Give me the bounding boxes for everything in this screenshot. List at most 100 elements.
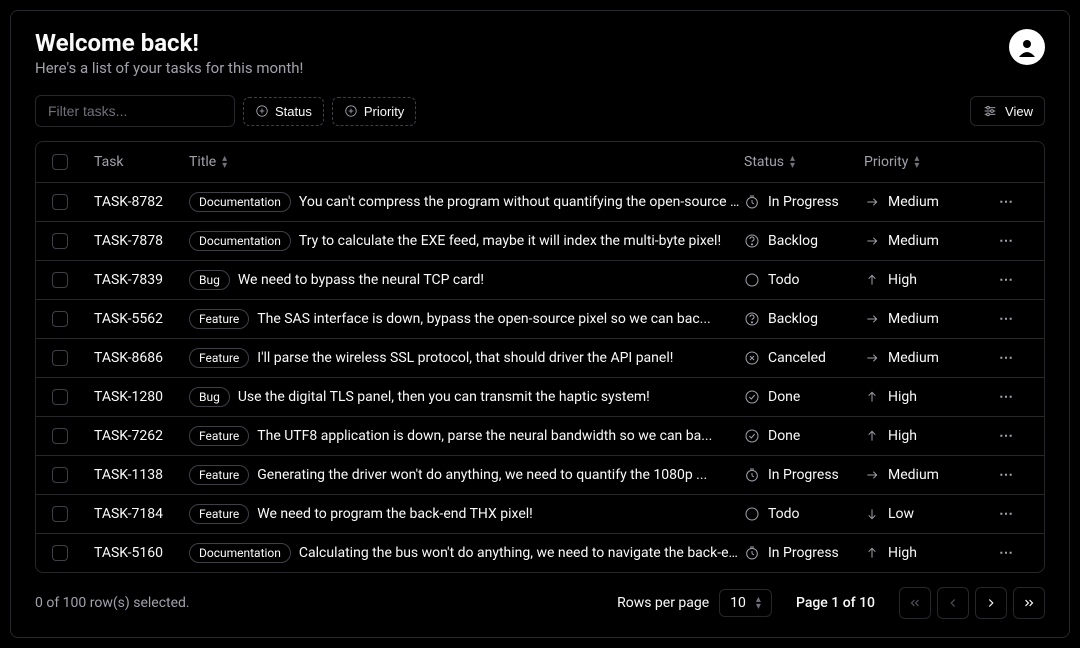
row-checkbox[interactable]	[52, 350, 68, 366]
table-row: TASK-7839 Bug We need to bypass the neur…	[36, 260, 1044, 299]
task-status: Done	[768, 428, 800, 444]
view-button[interactable]: View	[970, 96, 1045, 126]
task-title: Calculating the bus won't do anything, w…	[299, 545, 744, 561]
row-checkbox[interactable]	[52, 233, 68, 249]
sort-icon: ▴▾	[914, 155, 919, 169]
task-status: Todo	[768, 506, 800, 522]
arrow-up-icon	[864, 389, 880, 405]
row-actions-button[interactable]: ⋯	[984, 389, 1034, 405]
column-task[interactable]: Task	[94, 154, 189, 170]
row-actions-button[interactable]: ⋯	[984, 545, 1034, 561]
task-title: The SAS interface is down, bypass the op…	[257, 311, 710, 327]
plus-circle-icon	[255, 104, 269, 118]
row-checkbox[interactable]	[52, 194, 68, 210]
task-id: TASK-1280	[94, 389, 189, 405]
row-actions-button[interactable]: ⋯	[984, 194, 1034, 210]
sliders-icon	[982, 103, 998, 119]
status-filter-button[interactable]: Status	[243, 97, 324, 126]
task-title: We need to program the back-end THX pixe…	[257, 506, 533, 522]
task-label-badge: Feature	[189, 426, 249, 446]
avatar[interactable]	[1009, 29, 1045, 65]
row-actions-button[interactable]: ⋯	[984, 272, 1034, 288]
table-row: TASK-5160 Documentation Calculating the …	[36, 533, 1044, 572]
task-priority: High	[888, 389, 917, 405]
task-priority: High	[888, 272, 917, 288]
task-status: Backlog	[768, 311, 818, 327]
last-page-button[interactable]	[1013, 587, 1045, 619]
task-priority: Medium	[888, 350, 939, 366]
table-row: TASK-1280 Bug Use the digital TLS panel,…	[36, 377, 1044, 416]
help-icon	[744, 311, 760, 327]
row-checkbox[interactable]	[52, 428, 68, 444]
task-priority: Medium	[888, 467, 939, 483]
row-actions-button[interactable]: ⋯	[984, 467, 1034, 483]
arrow-up-icon	[864, 545, 880, 561]
table-header: Task Title▴▾ Status▴▾ Priority▴▾	[36, 142, 1044, 182]
arrow-up-icon	[864, 428, 880, 444]
rows-per-page-label: Rows per page	[617, 595, 709, 611]
task-title: I'll parse the wireless SSL protocol, th…	[257, 350, 673, 366]
task-id: TASK-8686	[94, 350, 189, 366]
arrow-right-icon	[864, 194, 880, 210]
table-row: TASK-1138 Feature Generating the driver …	[36, 455, 1044, 494]
row-checkbox[interactable]	[52, 389, 68, 405]
row-actions-button[interactable]: ⋯	[984, 233, 1034, 249]
page-title: Welcome back!	[35, 29, 303, 57]
row-checkbox[interactable]	[52, 311, 68, 327]
filter-input[interactable]	[35, 95, 235, 127]
first-page-button[interactable]	[899, 587, 931, 619]
task-id: TASK-7839	[94, 272, 189, 288]
task-title: Use the digital TLS panel, then you can …	[238, 389, 650, 405]
row-checkbox[interactable]	[52, 272, 68, 288]
circle-icon	[744, 272, 760, 288]
task-status: In Progress	[768, 545, 839, 561]
row-checkbox[interactable]	[52, 467, 68, 483]
chevron-up-down-icon: ▴▾	[756, 596, 761, 610]
cancel-icon	[744, 350, 760, 366]
row-checkbox[interactable]	[52, 545, 68, 561]
task-title: The UTF8 application is down, parse the …	[257, 428, 712, 444]
page-header: Welcome back! Here's a list of your task…	[35, 29, 1045, 77]
row-actions-button[interactable]: ⋯	[984, 428, 1034, 444]
task-priority: Medium	[888, 311, 939, 327]
task-id: TASK-7878	[94, 233, 189, 249]
task-id: TASK-8782	[94, 194, 189, 210]
column-priority[interactable]: Priority▴▾	[864, 154, 984, 170]
row-checkbox[interactable]	[52, 506, 68, 522]
priority-filter-button[interactable]: Priority	[332, 97, 416, 126]
arrow-right-icon	[864, 311, 880, 327]
timer-icon	[744, 194, 760, 210]
column-status[interactable]: Status▴▾	[744, 154, 864, 170]
prev-page-button[interactable]	[937, 587, 969, 619]
task-label-badge: Bug	[189, 387, 230, 407]
selection-text: 0 of 100 row(s) selected.	[35, 595, 190, 611]
row-actions-button[interactable]: ⋯	[984, 350, 1034, 366]
task-status: Done	[768, 389, 800, 405]
task-status: Backlog	[768, 233, 818, 249]
table-row: TASK-5562 Feature The SAS interface is d…	[36, 299, 1044, 338]
column-title[interactable]: Title▴▾	[189, 154, 744, 170]
task-title: We need to bypass the neural TCP card!	[238, 272, 484, 288]
arrow-up-icon	[864, 272, 880, 288]
table-row: TASK-7878 Documentation Try to calculate…	[36, 221, 1044, 260]
circle-icon	[744, 506, 760, 522]
task-label-badge: Bug	[189, 270, 230, 290]
view-label: View	[1005, 104, 1033, 119]
task-status: Todo	[768, 272, 800, 288]
arrow-right-icon	[864, 350, 880, 366]
rows-per-page-select[interactable]: 10 ▴▾	[719, 589, 772, 617]
select-all-checkbox[interactable]	[52, 154, 68, 170]
table-row: TASK-7262 Feature The UTF8 application i…	[36, 416, 1044, 455]
task-priority: Low	[888, 506, 914, 522]
check-icon	[744, 428, 760, 444]
next-page-button[interactable]	[975, 587, 1007, 619]
plus-circle-icon	[344, 104, 358, 118]
row-actions-button[interactable]: ⋯	[984, 311, 1034, 327]
table-row: TASK-8782 Documentation You can't compre…	[36, 182, 1044, 221]
task-title: Try to calculate the EXE feed, maybe it …	[299, 233, 721, 249]
status-filter-label: Status	[275, 104, 312, 119]
task-title: Generating the driver won't do anything,…	[257, 467, 707, 483]
task-label-badge: Feature	[189, 465, 249, 485]
timer-icon	[744, 545, 760, 561]
row-actions-button[interactable]: ⋯	[984, 506, 1034, 522]
